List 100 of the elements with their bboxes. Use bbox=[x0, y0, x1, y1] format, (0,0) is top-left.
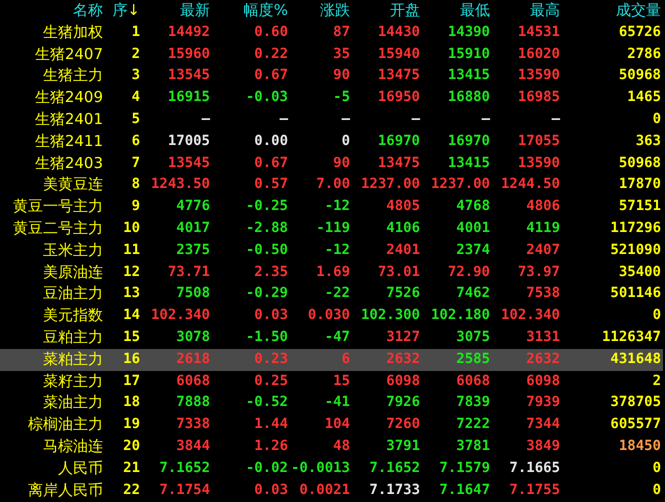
selected-row-highlight[interactable]: 美黄豆连 bbox=[0, 174, 105, 196]
table-cell: 3127 bbox=[386, 328, 420, 345]
row-number: 16 bbox=[123, 350, 140, 367]
column-header[interactable]: 成交量 bbox=[562, 0, 663, 22]
instrument-name: 生猪主力 bbox=[43, 66, 103, 84]
table-cell: 13590 bbox=[518, 154, 560, 171]
table-cell: 7888 bbox=[176, 394, 210, 410]
selected-row-highlight[interactable]: 黄豆一号主力 bbox=[0, 196, 105, 218]
table-cell: 16880 bbox=[448, 89, 490, 106]
table-cell: 16985 bbox=[518, 89, 560, 106]
column-header[interactable]: 最低 bbox=[422, 0, 492, 22]
table-cell: 0 bbox=[652, 482, 661, 498]
table-cell: 14430 bbox=[378, 24, 420, 40]
selected-row-highlight[interactable]: 菜油主力 bbox=[0, 392, 105, 414]
table-cell: 0.57 bbox=[254, 176, 288, 192]
instrument-name: 玉米主力 bbox=[43, 240, 103, 259]
row-number: 12 bbox=[123, 264, 140, 280]
selected-row-highlight[interactable]: 生猪加权 bbox=[0, 22, 105, 44]
column-header[interactable]: 最新 bbox=[142, 0, 212, 22]
table-cell: 0.25 bbox=[254, 372, 288, 389]
table-cell: 2374 bbox=[456, 242, 490, 258]
table-cell: 0 bbox=[652, 307, 661, 324]
table-cell: 7926 bbox=[386, 394, 420, 410]
column-header[interactable]: 序↓ bbox=[105, 0, 142, 22]
table-cell: 6068 bbox=[456, 372, 490, 389]
table-cell: 1126347 bbox=[602, 328, 661, 345]
table-cell: 0.0021 bbox=[299, 482, 350, 498]
table-cell: 7462 bbox=[456, 285, 490, 302]
table-cell: 57151 bbox=[618, 198, 661, 214]
table-cell: 1.69 bbox=[316, 264, 350, 280]
selected-row-highlight[interactable]: 菜籽主力 bbox=[0, 370, 105, 392]
column-header[interactable]: 名称 bbox=[0, 0, 105, 22]
selected-row-highlight[interactable]: 美元指数 bbox=[0, 305, 105, 327]
selected-row-highlight[interactable]: 离岸人民币 bbox=[0, 480, 105, 502]
selected-row-highlight[interactable]: 菜粕主力 bbox=[0, 348, 105, 371]
table-cell: 17005 bbox=[168, 132, 210, 149]
selected-row-highlight[interactable]: 豆粕主力 bbox=[0, 326, 105, 349]
table-cell: 0.60 bbox=[254, 24, 288, 40]
selected-row-highlight[interactable]: 美原油连 bbox=[0, 262, 105, 284]
instrument-name: 离岸人民币 bbox=[28, 480, 103, 499]
selected-row-highlight[interactable]: 生猪2409 bbox=[0, 87, 105, 109]
table-cell: 1.26 bbox=[254, 438, 288, 454]
table-cell: -0.25 bbox=[246, 198, 288, 214]
table-cell: -119 bbox=[316, 220, 350, 236]
table-cell: 2375 bbox=[176, 242, 210, 258]
column-header[interactable]: 开盘 bbox=[352, 0, 422, 22]
row-number: 18 bbox=[123, 394, 140, 410]
table-cell: 3781 bbox=[456, 438, 490, 454]
table-cell: -0.29 bbox=[246, 285, 288, 302]
table-cell: 6 bbox=[342, 350, 350, 367]
instrument-name: 棕榈油主力 bbox=[28, 415, 103, 434]
selected-row-highlight[interactable]: 生猪2407 bbox=[0, 44, 105, 66]
row-number: 9 bbox=[132, 198, 140, 214]
table-cell: 7.1579 bbox=[439, 460, 490, 476]
selected-row-highlight[interactable]: 人民币 bbox=[0, 458, 105, 480]
table-cell: 17055 bbox=[518, 132, 560, 149]
table-cell: -0.03 bbox=[246, 89, 288, 106]
selected-row-highlight[interactable]: 豆油主力 bbox=[0, 283, 105, 306]
row-number: 10 bbox=[123, 220, 140, 236]
selected-row-highlight[interactable]: 棕榈油主力 bbox=[0, 414, 105, 436]
row-number: 11 bbox=[123, 242, 140, 258]
table-cell: 13545 bbox=[168, 154, 210, 171]
instrument-name: 人民币 bbox=[58, 458, 103, 477]
row-number: 6 bbox=[132, 132, 140, 149]
instrument-name: 菜粕主力 bbox=[43, 350, 103, 368]
selected-row-highlight[interactable]: 生猪2401 bbox=[0, 108, 105, 131]
table-cell: 7.1652 bbox=[369, 460, 420, 476]
column-header[interactable]: 幅度% bbox=[212, 0, 290, 22]
instrument-name: 生猪2407 bbox=[34, 44, 103, 63]
table-cell: 15910 bbox=[448, 46, 490, 62]
table-cell: 2401 bbox=[386, 242, 420, 258]
selected-row-highlight[interactable]: 玉米主力 bbox=[0, 240, 105, 262]
selected-row-highlight[interactable]: 生猪2411 bbox=[0, 130, 105, 153]
table-cell: 17870 bbox=[618, 176, 661, 192]
table-cell: 102.300 bbox=[360, 307, 420, 324]
table-cell: 0.23 bbox=[254, 350, 288, 367]
table-cell: -1.50 bbox=[246, 328, 288, 345]
instrument-name: 菜油主力 bbox=[43, 393, 103, 412]
row-number: 14 bbox=[123, 307, 140, 324]
row-number: 1 bbox=[132, 24, 140, 40]
table-cell: 35400 bbox=[618, 264, 661, 280]
selected-row-highlight[interactable]: 马棕油连 bbox=[0, 436, 105, 458]
column-header[interactable]: 最高 bbox=[492, 0, 562, 22]
table-cell: 7.1733 bbox=[369, 482, 420, 498]
selected-row-highlight[interactable]: 黄豆二号主力 bbox=[0, 218, 105, 240]
table-cell: -0.0013 bbox=[290, 460, 350, 476]
row-number: 20 bbox=[123, 438, 140, 454]
table-cell: 16970 bbox=[378, 132, 420, 149]
selected-row-highlight[interactable]: 生猪2403 bbox=[0, 152, 105, 174]
table-cell: 1237.00 bbox=[360, 176, 420, 192]
selected-row-highlight[interactable]: 生猪主力 bbox=[0, 65, 105, 88]
table-cell: — bbox=[280, 110, 288, 127]
table-cell: -41 bbox=[324, 394, 350, 410]
table-cell: -0.52 bbox=[246, 394, 288, 410]
column-header[interactable]: 涨跌 bbox=[290, 0, 352, 22]
row-number: 7 bbox=[132, 154, 140, 171]
table-cell: -22 bbox=[324, 285, 350, 302]
table-cell: 4001 bbox=[456, 220, 490, 236]
table-cell: 4119 bbox=[526, 220, 560, 236]
table-cell: -2.88 bbox=[246, 220, 288, 236]
